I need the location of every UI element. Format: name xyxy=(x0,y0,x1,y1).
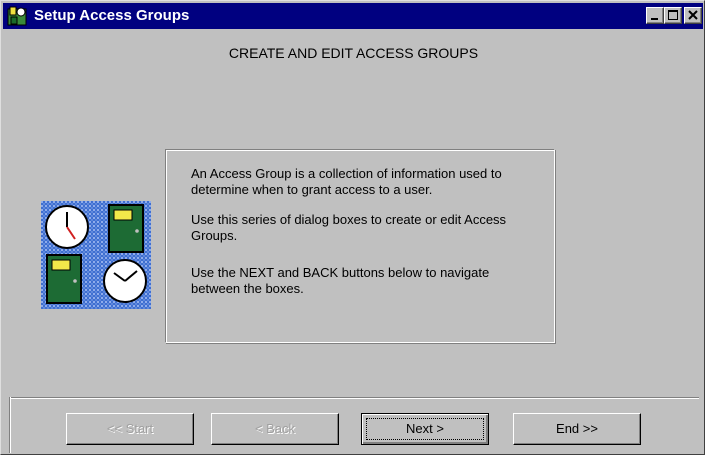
window-title: Setup Access Groups xyxy=(34,7,190,24)
minimize-icon xyxy=(651,18,658,20)
clock-icon xyxy=(45,205,89,249)
minimize-button[interactable] xyxy=(646,7,664,24)
maximize-icon xyxy=(668,10,678,20)
app-icon xyxy=(7,6,27,26)
start-button-label: << Start xyxy=(106,421,154,436)
info-paragraph-1: An Access Group is a collection of infor… xyxy=(191,166,502,197)
setup-access-groups-window: Setup Access Groups CREATE AND EDIT ACCE… xyxy=(0,0,705,455)
door-icon xyxy=(108,204,144,253)
start-button[interactable]: << Start xyxy=(66,413,194,445)
back-button[interactable]: < Back xyxy=(211,413,339,445)
next-button[interactable]: Next > xyxy=(361,413,489,445)
end-button-label: End >> xyxy=(556,421,598,436)
footer-divider xyxy=(9,397,699,399)
clock-icon xyxy=(103,259,147,303)
maximize-button[interactable] xyxy=(664,7,682,24)
end-button[interactable]: End >> xyxy=(513,413,641,445)
footer-divider-edge xyxy=(9,397,11,453)
door-icon xyxy=(46,254,82,304)
info-panel: An Access Group is a collection of infor… xyxy=(165,149,555,343)
title-bar[interactable]: Setup Access Groups xyxy=(3,3,703,29)
info-paragraph-3: Use the NEXT and BACK buttons below to n… xyxy=(191,265,490,296)
info-paragraph-2: Use this series of dialog boxes to creat… xyxy=(191,212,507,243)
close-icon xyxy=(688,10,698,20)
back-button-label: < Back xyxy=(254,421,296,436)
next-button-label: Next > xyxy=(406,421,444,436)
page-heading: CREATE AND EDIT ACCESS GROUPS xyxy=(228,45,479,61)
close-button[interactable] xyxy=(684,7,702,24)
access-groups-illustration xyxy=(41,201,151,309)
